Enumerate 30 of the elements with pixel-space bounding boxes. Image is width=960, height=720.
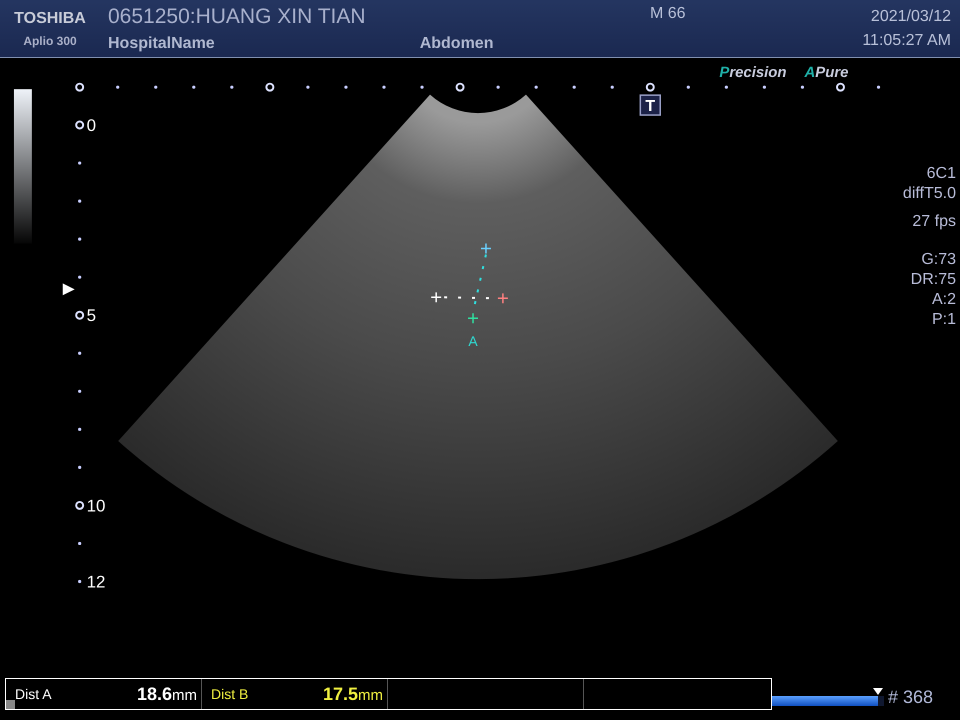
model-name: Aplio 300 — [23, 34, 77, 48]
measurement-value: 17.5mm — [322, 684, 383, 704]
exam-type: Abdomen — [420, 34, 494, 52]
image-mode-badges: Precision APure — [719, 64, 848, 82]
patient-id: 0651250:HUANG XIN TIAN — [108, 4, 367, 28]
caliper-label: A — [468, 333, 478, 350]
indicator-square — [6, 700, 15, 709]
exam-time: 11:05:27 AM — [862, 32, 951, 50]
parameter-text: diffT5.0 — [902, 185, 956, 203]
parameter-text: G:73 — [921, 251, 956, 269]
depth-label: 10 — [86, 496, 106, 516]
frame-number: # 368 — [888, 687, 934, 708]
hospital-name: HospitalName — [108, 34, 215, 52]
measurement-label: Dist A — [15, 686, 52, 702]
cine-position-icon — [873, 688, 884, 695]
transducer-marker: T — [640, 94, 661, 116]
focus-marker-icon — [62, 283, 75, 296]
measurement-label: Dist B — [211, 686, 248, 702]
parameter-text: DR:75 — [910, 271, 956, 289]
depth-label: 12 — [86, 572, 106, 592]
mode-label: M 66 — [650, 5, 687, 23]
exam-date: 2021/03/12 — [870, 8, 951, 26]
depth-label: 0 — [86, 116, 96, 135]
parameter-text: P:1 — [932, 311, 956, 329]
parameter-text: 6C1 — [926, 165, 956, 183]
parameter-text: A:2 — [932, 291, 956, 309]
depth-label: 5 — [86, 306, 96, 326]
brand-logo: TOSHIBA — [14, 10, 86, 28]
measurement-value: 18.6mm — [136, 684, 197, 704]
parameter-text: 27 fps — [912, 213, 956, 231]
